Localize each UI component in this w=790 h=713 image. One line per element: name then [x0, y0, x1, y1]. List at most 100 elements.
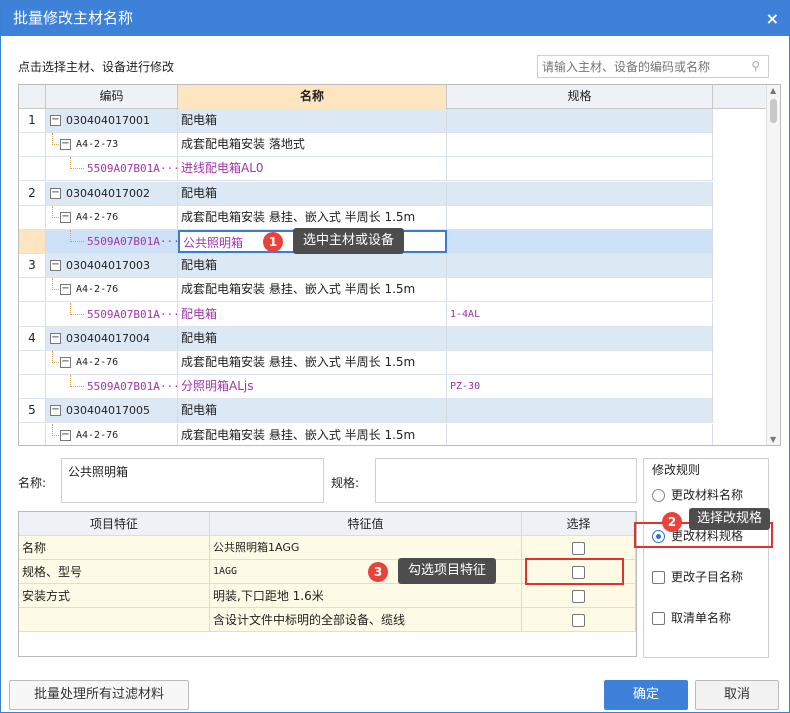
row-code-text: 5509A07B01A···: [87, 235, 178, 248]
table-row[interactable]: 5509A07B01A··· 配电箱 1-4AL: [19, 302, 714, 327]
row-spec[interactable]: [447, 157, 713, 181]
collapse-icon[interactable]: −: [60, 211, 71, 223]
row-name[interactable]: 配电箱: [178, 181, 447, 205]
rule-change-name[interactable]: 更改材料名称: [652, 486, 743, 504]
row-code[interactable]: −030404017005: [46, 399, 178, 423]
row-spec[interactable]: PZ-30: [447, 375, 713, 399]
row-spec[interactable]: [447, 399, 713, 423]
row-name[interactable]: 配电箱: [178, 399, 447, 423]
checkbox-take-list-name[interactable]: [652, 612, 665, 625]
batch-process-button[interactable]: 批量处理所有过滤材料: [9, 680, 189, 710]
search-box[interactable]: ⚲: [537, 55, 769, 78]
row-code[interactable]: − A4-2-76: [46, 205, 178, 229]
rule-change-subitem[interactable]: 更改子目名称: [652, 568, 743, 586]
row-code[interactable]: − A4-2-73: [46, 133, 178, 157]
row-spec[interactable]: 1-4AL: [447, 302, 713, 326]
row-code[interactable]: 5509A07B01A···: [46, 230, 178, 253]
row-name[interactable]: 配电箱: [178, 326, 447, 350]
collapse-icon[interactable]: −: [50, 405, 61, 417]
row-code[interactable]: − A4-2-76: [46, 278, 178, 302]
feature-row: 名称 公共照明箱1AGG: [19, 536, 636, 560]
spec-field[interactable]: [375, 458, 637, 503]
search-icon[interactable]: ⚲: [751, 59, 760, 73]
row-spec[interactable]: [447, 230, 713, 253]
row-code-text: 030404017005: [66, 404, 150, 418]
row-name[interactable]: 成套配电箱安装 落地式: [178, 133, 447, 157]
row-code[interactable]: 5509A07B01A···: [46, 302, 178, 326]
row-code[interactable]: −030404017001: [46, 109, 178, 132]
row-name[interactable]: 分照明箱ALjs: [178, 375, 447, 399]
table-row[interactable]: − A4-2-76 成套配电箱安装 悬挂、嵌入式 半周长 1.5m: [19, 423, 714, 445]
cancel-button[interactable]: 取消: [695, 680, 779, 710]
table-row[interactable]: 1−030404017001 配电箱: [19, 109, 714, 133]
row-name[interactable]: 配电箱: [178, 254, 447, 278]
row-code[interactable]: − A4-2-76: [46, 423, 178, 445]
vertical-scrollbar[interactable]: ▲ ▼: [766, 85, 780, 445]
row-spec[interactable]: [447, 205, 713, 229]
search-input[interactable]: [538, 56, 738, 77]
collapse-icon[interactable]: −: [50, 187, 61, 199]
row-spec[interactable]: [447, 351, 713, 374]
row-spec[interactable]: [447, 278, 713, 302]
table-row[interactable]: 5−030404017005 配电箱: [19, 399, 714, 424]
checkbox-change-subitem[interactable]: [652, 571, 665, 584]
highlight-box-feature: [525, 558, 624, 585]
row-spec[interactable]: [447, 423, 713, 445]
row-code[interactable]: −030404017002: [46, 181, 178, 205]
collapse-icon[interactable]: −: [60, 284, 71, 296]
row-name[interactable]: 成套配电箱安装 悬挂、嵌入式 半周长 1.5m: [178, 423, 447, 445]
rule-change-name-label: 更改材料名称: [671, 488, 744, 502]
collapse-icon[interactable]: −: [50, 260, 61, 272]
table-row[interactable]: 3−030404017003 配电箱: [19, 254, 714, 279]
table-row[interactable]: − A4-2-76 成套配电箱安装 悬挂、嵌入式 半周长 1.5m: [19, 205, 714, 230]
table-row[interactable]: − A4-2-73 成套配电箱安装 落地式: [19, 133, 714, 158]
row-name[interactable]: 配电箱: [178, 302, 447, 326]
table-row[interactable]: − A4-2-76 成套配电箱安装 悬挂、嵌入式 半周长 1.5m: [19, 278, 714, 303]
rule-take-list-name[interactable]: 取清单名称: [652, 609, 731, 627]
row-index: [19, 375, 46, 399]
feature-select-cell: [522, 536, 636, 560]
table-row[interactable]: 5509A07B01A··· 分照明箱ALjs PZ-30: [19, 375, 714, 400]
row-code[interactable]: − A4-2-76: [46, 351, 178, 374]
header-name[interactable]: 名称: [178, 85, 447, 109]
row-spec[interactable]: [447, 326, 713, 350]
table-row[interactable]: − A4-2-76 成套配电箱安装 悬挂、嵌入式 半周长 1.5m: [19, 351, 714, 375]
name-field[interactable]: 公共照明箱: [61, 458, 324, 503]
tree-line: [70, 230, 84, 242]
feature-select-checkbox[interactable]: [572, 590, 585, 603]
scroll-up-icon[interactable]: ▲: [770, 86, 776, 95]
header-code[interactable]: 编码: [46, 85, 178, 109]
collapse-icon[interactable]: −: [50, 332, 61, 344]
row-name[interactable]: 配电箱: [178, 109, 447, 132]
collapse-icon[interactable]: −: [60, 429, 71, 441]
collapse-icon[interactable]: −: [50, 115, 61, 126]
row-code[interactable]: 5509A07B01A···: [46, 157, 178, 181]
row-name[interactable]: 成套配电箱安装 悬挂、嵌入式 半周长 1.5m: [178, 278, 447, 302]
row-spec[interactable]: [447, 254, 713, 278]
row-code[interactable]: −030404017003: [46, 254, 178, 278]
row-name[interactable]: 成套配电箱安装 悬挂、嵌入式 半周长 1.5m: [178, 205, 447, 229]
scroll-down-icon[interactable]: ▼: [770, 435, 776, 444]
row-code[interactable]: −030404017004: [46, 326, 178, 350]
scroll-thumb[interactable]: [770, 99, 777, 123]
feature-select-checkbox[interactable]: [572, 542, 585, 555]
row-index: [19, 230, 46, 253]
header-spec[interactable]: 规格: [447, 85, 713, 109]
row-spec[interactable]: [447, 109, 713, 132]
close-icon[interactable]: ×: [766, 1, 779, 36]
row-spec[interactable]: [447, 181, 713, 205]
row-spec[interactable]: [447, 133, 713, 157]
table-row[interactable]: 2−030404017002 配电箱: [19, 181, 714, 206]
row-code[interactable]: 5509A07B01A···: [46, 375, 178, 399]
table-row[interactable]: 4−030404017004 配电箱: [19, 326, 714, 351]
ok-button[interactable]: 确定: [604, 680, 688, 710]
collapse-icon[interactable]: −: [60, 357, 71, 368]
row-name[interactable]: 进线配电箱AL0: [178, 157, 447, 181]
table-row[interactable]: 5509A07B01A··· 进线配电箱AL0: [19, 157, 714, 182]
rules-title: 修改规则: [652, 463, 701, 477]
collapse-icon[interactable]: −: [60, 139, 71, 151]
row-name[interactable]: 成套配电箱安装 悬挂、嵌入式 半周长 1.5m: [178, 351, 447, 374]
feature-select-checkbox[interactable]: [572, 614, 585, 627]
tree-line: [70, 375, 84, 388]
radio-change-name[interactable]: [652, 489, 665, 502]
